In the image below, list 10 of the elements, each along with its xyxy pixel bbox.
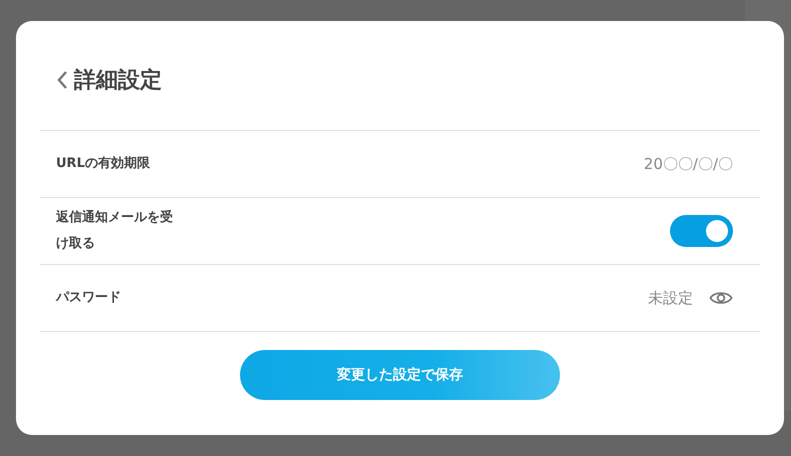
setting-label: パスワード: [56, 289, 122, 307]
setting-label: 返信通知メールを受け取る: [56, 208, 174, 253]
toggle-switch[interactable]: [670, 215, 733, 247]
eye-icon[interactable]: [709, 290, 733, 306]
setting-label: URLの有効期限: [56, 155, 151, 173]
setting-value: 未設定: [648, 288, 693, 308]
back-icon[interactable]: [56, 70, 68, 90]
dialog-title: 詳細設定: [74, 66, 162, 94]
save-button[interactable]: 変更した設定で保存: [240, 350, 560, 400]
setting-value: 20〇〇/〇/〇: [644, 154, 733, 174]
